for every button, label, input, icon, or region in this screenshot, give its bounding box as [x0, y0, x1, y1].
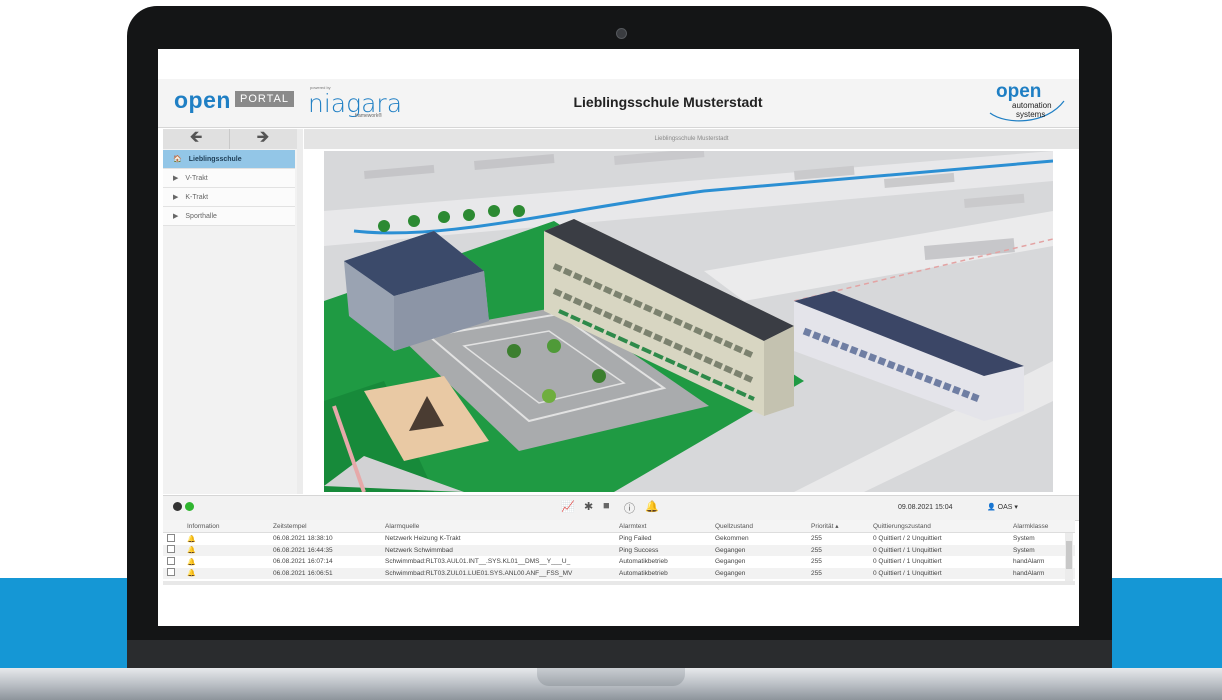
cell-alarmquelle: Netzwerk Schwimmbad — [381, 544, 615, 556]
tree-item-label: K-Trakt — [185, 193, 209, 201]
back-button[interactable]: 🡸 — [163, 129, 230, 149]
user-icon: 👤 — [987, 504, 996, 511]
table-row[interactable]: 🔔 06.08.2021 16:06:51 Schwimmbad:RLT03.Z… — [163, 567, 1075, 579]
cell-alarmtext: Ping Failed — [615, 532, 711, 545]
arrow-right-icon: 🡺 — [256, 128, 270, 146]
cell-prioritaet: 255 — [807, 567, 869, 579]
tree-item-label: V-Trakt — [185, 174, 208, 182]
cell-quittierungszustand: 0 Quittiert / 1 Unquittiert — [869, 544, 1009, 556]
cell-zeitstempel: 06.08.2021 16:07:14 — [269, 556, 381, 568]
bell-icon[interactable]: 🔔 — [645, 500, 659, 513]
cell-alarmtext: Automatikbetrieb — [615, 556, 711, 568]
expand-arrow-icon: ▶ — [173, 194, 179, 201]
webcam — [616, 28, 627, 39]
portal-header: open PORTAL powered by niagara framework… — [158, 79, 1079, 128]
user-menu[interactable]: 👤 OAS ▾ — [987, 503, 1018, 511]
bug-icon[interactable]: ✱ — [584, 500, 593, 513]
chart-icon[interactable]: 📈 — [561, 500, 575, 513]
sidebar-scrollbar[interactable] — [297, 129, 303, 494]
cell-quittierungszustand: 0 Quittiert / 2 Unquittiert — [869, 532, 1009, 545]
table-scrollbar-thumb[interactable] — [1066, 541, 1072, 569]
cell-zeitstempel: 06.08.2021 16:44:35 — [269, 544, 381, 556]
cell-prioritaet: 255 — [807, 556, 869, 568]
row-checkbox[interactable] — [167, 556, 175, 565]
cell-alarmquelle: Netzwerk Heizung K-Trakt — [381, 532, 615, 545]
tree-item-lieblingsschule[interactable]: 🏠 Lieblingsschule — [163, 150, 295, 169]
cell-zeitstempel: 06.08.2021 18:38:10 — [269, 532, 381, 545]
oas-logo-line1: automation — [1012, 101, 1052, 110]
oas-logo-word: open — [996, 81, 1042, 102]
cell-quellzustand: Gekommen — [711, 532, 807, 545]
expand-arrow-icon: ▶ — [173, 175, 179, 182]
cell-quellzustand: Gegangen — [711, 544, 807, 556]
cell-alarmquelle: Schwimmbad:RLT03.ZUL01.LUE01.SYS.ANL00.A… — [381, 567, 615, 579]
header-information[interactable]: Information — [183, 520, 269, 533]
info-icon[interactable]: ⓘ — [624, 500, 635, 516]
arrow-left-icon: 🡸 — [189, 128, 203, 146]
table-row[interactable]: 🔔 06.08.2021 16:44:35 Netzwerk Schwimmba… — [163, 544, 1075, 556]
cell-quellzustand: Gegangen — [711, 567, 807, 579]
breadcrumb: Lieblingsschule Musterstadt — [304, 129, 1079, 149]
screen: open PORTAL powered by niagara framework… — [158, 49, 1079, 626]
laptop-notch — [537, 668, 685, 686]
tree-item-k-trakt[interactable]: ▶ K-Trakt — [163, 188, 295, 207]
tree-item-label: Sporthalle — [185, 212, 217, 220]
campus-illustration — [324, 151, 1053, 492]
home-icon: 🏠 — [173, 156, 182, 163]
portal-tag: PORTAL — [235, 91, 294, 107]
table-row[interactable]: 🔔 06.08.2021 18:38:10 Netzwerk Heizung K… — [163, 532, 1075, 545]
campus-3d-view[interactable] — [324, 151, 1053, 492]
header-zeitstempel[interactable]: Zeitstempel — [269, 520, 381, 533]
row-checkbox[interactable] — [167, 533, 175, 542]
open-automation-systems-logo: open automation systems — [986, 81, 1066, 125]
status-led-left — [173, 502, 182, 511]
user-label: OAS ▾ — [997, 504, 1018, 511]
table-header-row: Information Zeitstempel Alarmquelle Alar… — [163, 520, 1075, 533]
cell-quittierungszustand: 0 Quittiert / 1 Unquittiert — [869, 567, 1009, 579]
cell-quellzustand: Gegangen — [711, 556, 807, 568]
table-hscrollbar[interactable] — [163, 581, 1075, 585]
header-alarmklasse[interactable]: Alarmklasse — [1009, 520, 1075, 533]
header-alarmquelle[interactable]: Alarmquelle — [381, 520, 615, 533]
history-nav: 🡸 🡺 — [163, 129, 297, 149]
header-quellzustand[interactable]: Quellzustand — [711, 520, 807, 533]
table-scrollbar[interactable] — [1065, 533, 1073, 581]
page-title: Lieblingsschule Musterstadt — [573, 94, 763, 110]
cell-alarmquelle: Schwimmbad:RLT03.AUL01.INT__.SYS.KL01__D… — [381, 556, 615, 568]
laptop-chin — [127, 640, 1112, 670]
note-icon[interactable]: ■ — [603, 500, 610, 512]
navigation-sidebar: 🡸 🡺 🏠 Lieblingsschule ▶ V-Trakt ▶ K-Trak… — [163, 129, 298, 494]
header-quittierungszustand[interactable]: Quittierungszustand — [869, 520, 1009, 533]
niagara-framework-label: framework® — [355, 113, 383, 119]
tree-item-v-trakt[interactable]: ▶ V-Trakt — [163, 169, 295, 188]
alarm-bell-icon: 🔔 — [187, 547, 196, 555]
datetime: 09.08.2021 15:04 — [898, 504, 953, 511]
alarm-bell-icon: 🔔 — [187, 570, 196, 578]
oas-logo-line2: systems — [1016, 110, 1046, 119]
table-row[interactable]: 🔔 06.08.2021 16:07:14 Schwimmbad:RLT03.A… — [163, 556, 1075, 568]
row-checkbox[interactable] — [167, 545, 175, 554]
tree-item-label: Lieblingsschule — [188, 155, 242, 163]
header-alarmtext[interactable]: Alarmtext — [615, 520, 711, 533]
cell-alarmtext: Automatikbetrieb — [615, 567, 711, 579]
alarm-bell-icon: 🔔 — [187, 535, 196, 543]
open-portal-logo: open — [174, 87, 231, 113]
alarm-bell-icon: 🔔 — [187, 558, 196, 566]
cell-quittierungszustand: 0 Quittiert / 1 Unquittiert — [869, 556, 1009, 568]
expand-arrow-icon: ▶ — [173, 213, 179, 220]
header-select — [163, 520, 183, 533]
cell-zeitstempel: 06.08.2021 16:06:51 — [269, 567, 381, 579]
cell-alarmtext: Ping Success — [615, 544, 711, 556]
header-prioritaet[interactable]: Priorität ▴ — [807, 520, 869, 533]
alarm-toolbar: 📈 ✱ ■ ⓘ 🔔 09.08.2021 15:04 👤 OAS ▾ — [163, 495, 1079, 521]
status-led-right — [185, 502, 194, 511]
row-checkbox[interactable] — [167, 568, 175, 577]
tree-item-sporthalle[interactable]: ▶ Sporthalle — [163, 207, 295, 226]
cell-prioritaet: 255 — [807, 544, 869, 556]
forward-button[interactable]: 🡺 — [230, 129, 296, 149]
alarm-table: Information Zeitstempel Alarmquelle Alar… — [163, 520, 1075, 579]
cell-prioritaet: 255 — [807, 532, 869, 545]
